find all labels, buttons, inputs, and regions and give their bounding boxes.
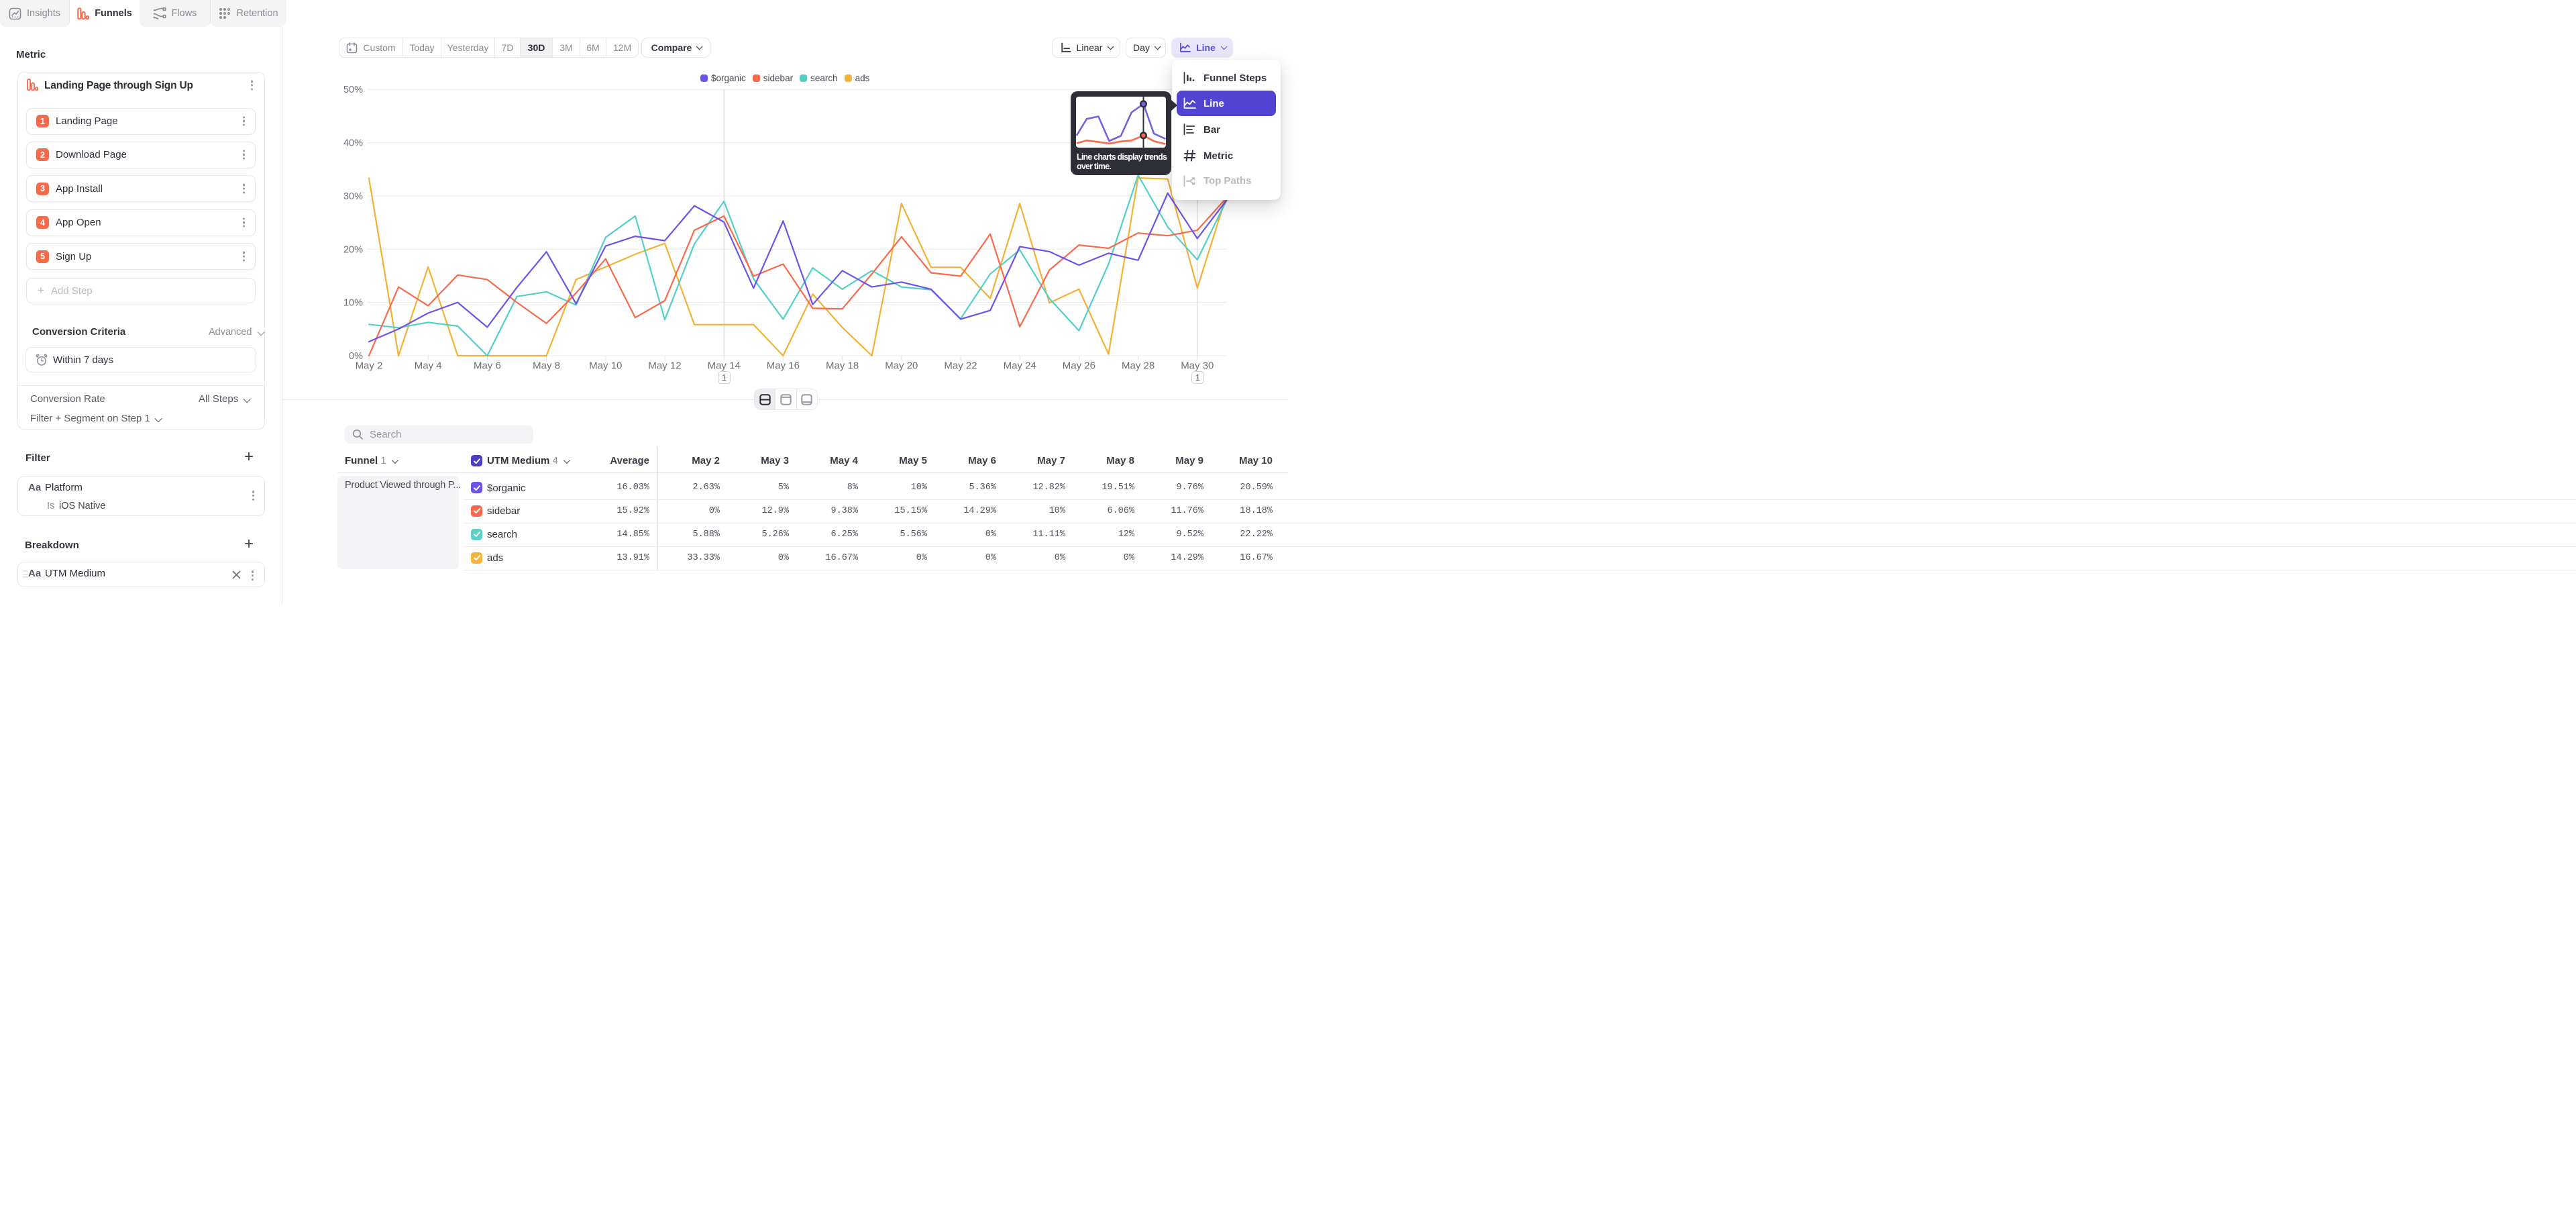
svg-text:May 22: May 22 — [944, 360, 977, 372]
svg-text:May 20: May 20 — [885, 360, 918, 372]
svg-text:May 18: May 18 — [826, 360, 859, 372]
svg-text:May 26: May 26 — [1063, 360, 1095, 372]
svg-text:May 16: May 16 — [767, 360, 800, 372]
svg-text:May 6: May 6 — [474, 360, 501, 372]
svg-text:May 8: May 8 — [533, 360, 560, 372]
svg-text:May 12: May 12 — [648, 360, 681, 372]
svg-text:May 30: May 30 — [1181, 360, 1214, 372]
svg-text:40%: 40% — [343, 138, 363, 149]
svg-text:50%: 50% — [343, 85, 363, 95]
svg-text:20%: 20% — [343, 244, 363, 255]
svg-text:May 4: May 4 — [415, 360, 442, 372]
svg-text:May 24: May 24 — [1004, 360, 1036, 372]
svg-text:May 10: May 10 — [589, 360, 622, 372]
svg-text:May 28: May 28 — [1122, 360, 1155, 372]
svg-text:10%: 10% — [343, 298, 363, 309]
svg-text:May 2: May 2 — [356, 360, 383, 372]
svg-text:30%: 30% — [343, 191, 363, 202]
svg-text:May 14: May 14 — [708, 360, 741, 372]
